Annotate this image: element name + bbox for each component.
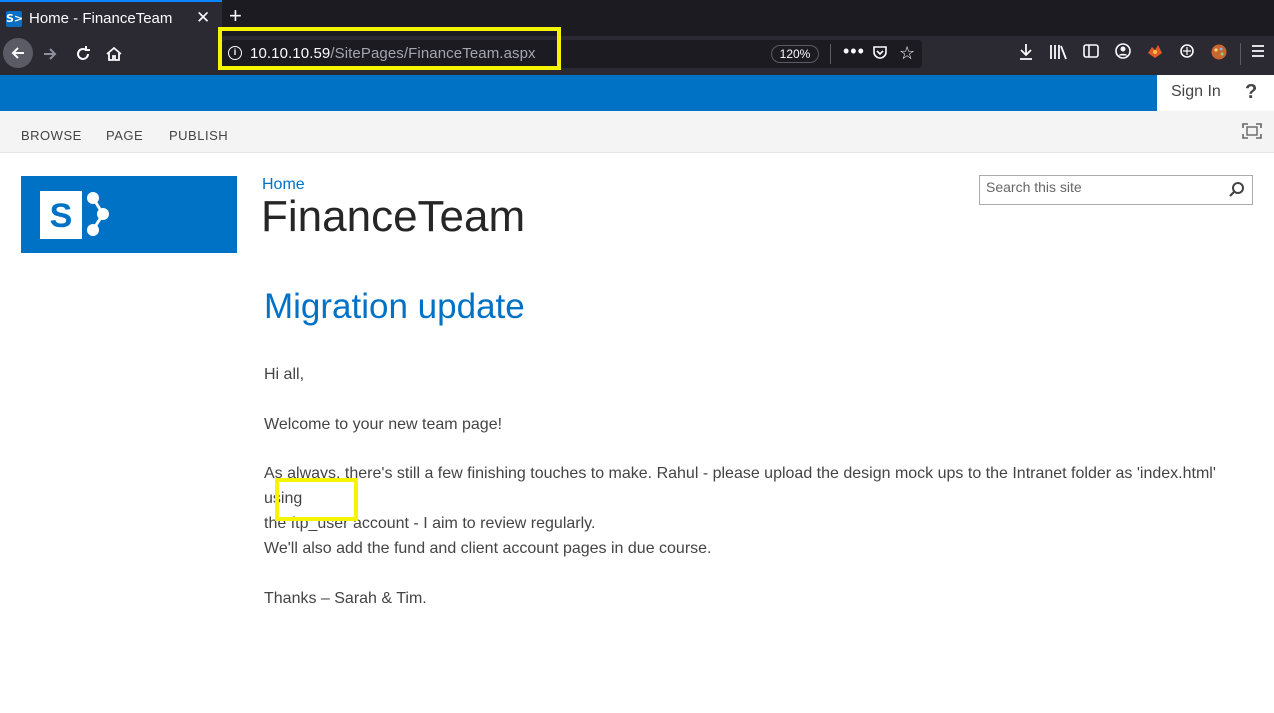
url-bar-separator (830, 44, 831, 64)
article-paragraph-1: Hi all, (264, 366, 305, 383)
sidebar-icon[interactable] (1083, 43, 1099, 64)
tab-title: Home - FinanceTeam (29, 10, 173, 27)
browser-tab[interactable]: S> Home - FinanceTeam ✕ (0, 0, 222, 36)
tab-publish[interactable]: PUBLISH (169, 128, 228, 143)
zoom-level-badge[interactable]: 120% (771, 45, 819, 63)
article-title: Migration update (264, 287, 525, 326)
back-icon[interactable] (3, 38, 33, 68)
extension-icon[interactable] (1146, 43, 1164, 64)
more-icon[interactable]: ••• (843, 41, 865, 62)
ftp-user-highlight-annotation (275, 478, 358, 521)
svg-text:S: S (50, 197, 73, 235)
pocket-icon[interactable] (872, 44, 888, 65)
sharepoint-favicon-icon: S> (6, 11, 24, 27)
site-logo[interactable]: S (21, 176, 237, 253)
bookmark-star-icon[interactable]: ☆ (899, 43, 915, 64)
paragraph-3-line-1: As always, there's still a few finishing… (264, 465, 1216, 507)
extension-icon-2[interactable] (1178, 43, 1196, 64)
menu-icon[interactable] (1250, 43, 1266, 64)
url-highlight-annotation (218, 27, 561, 70)
article-paragraph-4: We'll also add the fund and client accou… (264, 540, 712, 557)
close-tab-icon[interactable]: ✕ (196, 8, 210, 28)
tab-browse[interactable]: BROWSE (21, 128, 82, 143)
site-search-input[interactable]: Search this site (979, 175, 1253, 205)
forward-icon[interactable] (38, 36, 62, 72)
extension-icon-3[interactable] (1210, 43, 1228, 66)
account-icon[interactable] (1115, 43, 1131, 64)
article-paragraph-5: Thanks – Sarah & Tim. (264, 590, 427, 607)
home-icon[interactable] (102, 36, 126, 72)
paragraph-3-line-2-after: account - I aim to review regularly. (348, 515, 596, 532)
article-paragraph-2: Welcome to your new team page! (264, 416, 503, 433)
search-placeholder: Search this site (986, 179, 1082, 195)
reload-icon[interactable] (71, 36, 95, 72)
ribbon: BROWSE PAGE PUBLISH (0, 111, 1274, 153)
sharepoint-logo-icon: S (40, 191, 109, 239)
new-tab-icon[interactable]: + (229, 3, 242, 29)
focus-on-content-icon[interactable] (1242, 123, 1262, 139)
tab-page[interactable]: PAGE (106, 128, 143, 143)
site-title[interactable]: FinanceTeam (261, 192, 525, 242)
browser-tab-strip: S> Home - FinanceTeam ✕ + (0, 0, 1274, 36)
toolbar-separator (1240, 43, 1241, 65)
browser-toolbar: i 10.10.10.59/SitePages/FinanceTeam.aspx… (0, 27, 1274, 75)
library-icon[interactable] (1049, 43, 1067, 66)
suite-bar (0, 75, 1157, 111)
help-icon[interactable]: ? (1245, 81, 1257, 104)
sign-in-link[interactable]: Sign In (1171, 83, 1221, 101)
article-paragraph-3: As always, there's still a few finishing… (264, 461, 1254, 536)
search-icon[interactable] (1228, 181, 1246, 199)
signin-area: Sign In ? (1157, 75, 1274, 111)
download-icon[interactable] (1018, 43, 1034, 66)
